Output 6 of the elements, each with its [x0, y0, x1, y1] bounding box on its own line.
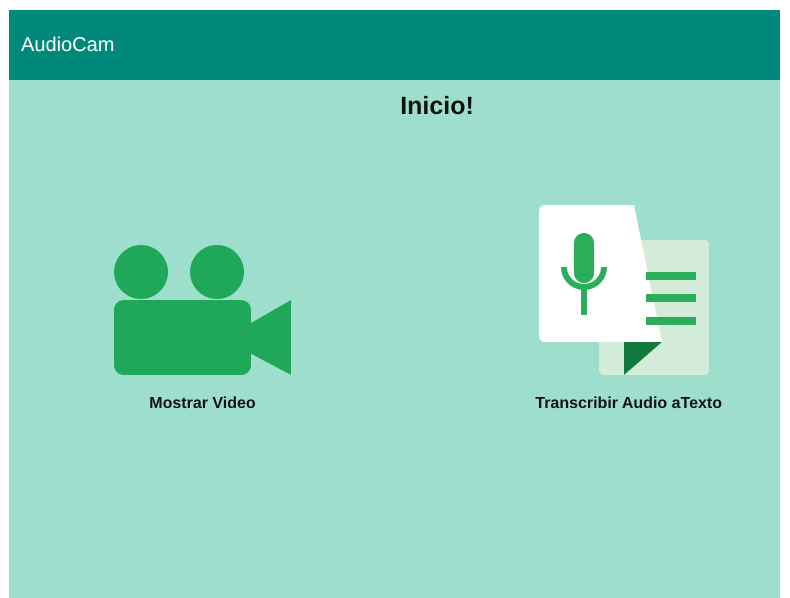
- action-button[interactable]: Mostrar Video: [114, 245, 291, 413]
- app-title: AudioCam: [21, 34, 114, 56]
- voice-to-text-icon: [539, 205, 710, 375]
- action-button[interactable]: Transcribir Audio aTexto: [535, 205, 722, 413]
- page-heading: Inicio!: [399, 92, 475, 121]
- video-camera-icon: [114, 245, 291, 375]
